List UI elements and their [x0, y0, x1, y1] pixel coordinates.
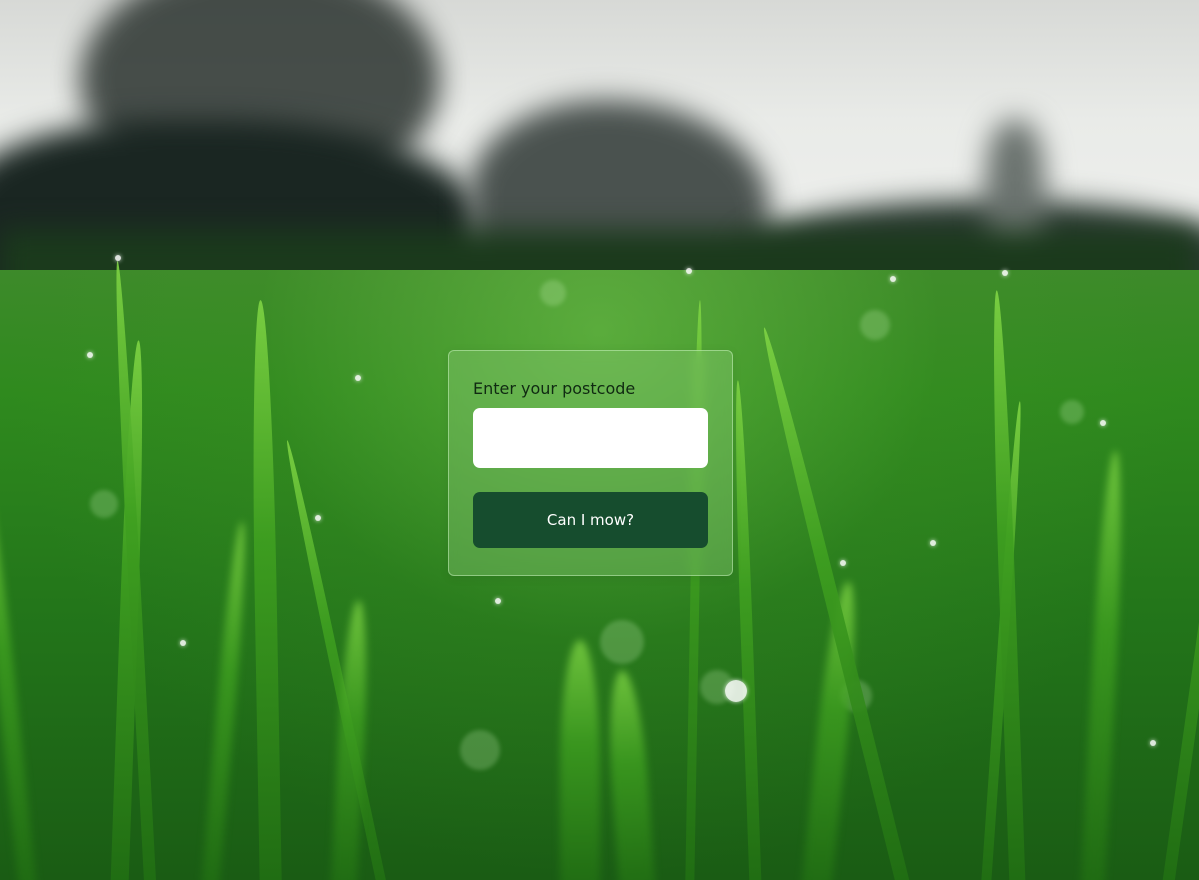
background-photo: Enter your postcode Can I mow?: [0, 0, 1199, 880]
dew-drop: [725, 680, 747, 702]
postcode-input[interactable]: [473, 408, 708, 468]
dew-drop: [87, 352, 93, 358]
dew-drop: [930, 540, 936, 546]
dew-drop: [1100, 420, 1106, 426]
dew-drop: [686, 268, 692, 274]
postcode-form-card: Enter your postcode Can I mow?: [448, 350, 733, 576]
dew-drop: [890, 276, 896, 282]
dew-drop: [115, 255, 121, 261]
bokeh-light: [1060, 400, 1084, 424]
dew-drop: [315, 515, 321, 521]
dew-drop: [840, 560, 846, 566]
bokeh-light: [860, 310, 890, 340]
dew-drop: [1002, 270, 1008, 276]
bokeh-light: [600, 620, 644, 664]
bokeh-light: [540, 280, 566, 306]
postcode-label: Enter your postcode: [473, 379, 636, 398]
bokeh-light: [460, 730, 500, 770]
bokeh-light: [90, 490, 118, 518]
can-i-mow-button[interactable]: Can I mow?: [473, 492, 708, 548]
dew-drop: [180, 640, 186, 646]
dew-drop: [355, 375, 361, 381]
dew-drop: [1150, 740, 1156, 746]
dew-drop: [495, 598, 501, 604]
